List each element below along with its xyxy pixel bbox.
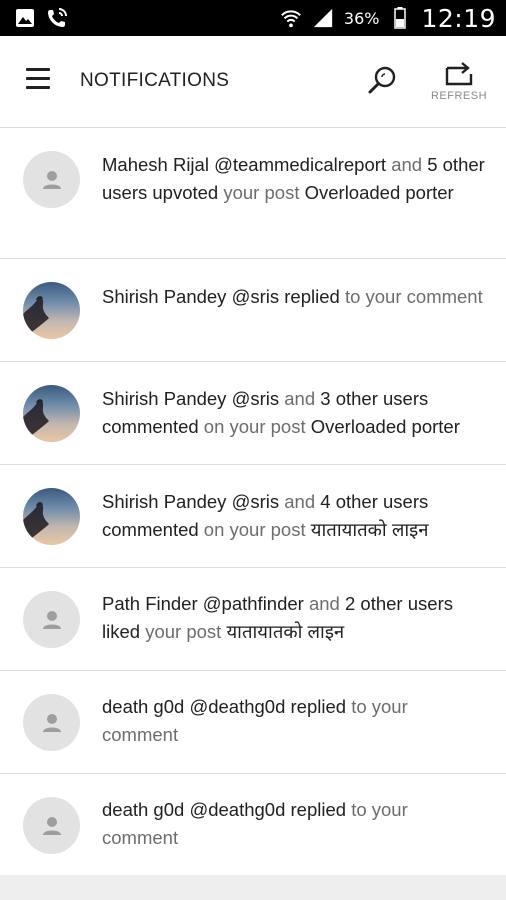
battery-icon (389, 7, 411, 29)
notification-text-strong: यातायातको लाइन (310, 519, 429, 540)
battery-percent: 36% (343, 8, 380, 28)
notification-text-muted: and (279, 388, 321, 409)
notification-text: Shirish Pandey @sris and 3 other users c… (102, 385, 488, 441)
notification-text-strong: Shirish Pandey @sris replied (102, 286, 340, 307)
notification-text-muted: to your comment (339, 286, 483, 307)
list-footer (0, 875, 506, 900)
notification-text-strong: death g0d @deathg0d replied (102, 696, 347, 717)
wifi-icon (280, 7, 302, 29)
notification-text-muted: your post (140, 621, 227, 642)
notification-text-strong: Mahesh Rijal @teammedicalreport (102, 154, 387, 175)
notification-text-muted: on your post (198, 519, 311, 540)
profile-photo (23, 399, 49, 442)
notification-item[interactable]: Shirish Pandey @sris and 4 other users c… (0, 465, 506, 568)
app-bar: NOTIFICATIONS REFRESH (0, 36, 506, 128)
avatar (23, 694, 80, 751)
notification-text-muted: your post (218, 182, 305, 203)
notification-text-muted: on your post (198, 416, 311, 437)
notification-text-strong: Overloaded porter (304, 182, 454, 203)
menu-button[interactable] (24, 68, 54, 94)
avatar (23, 282, 80, 339)
refresh-label: REFRESH (430, 90, 488, 102)
notification-item[interactable]: death g0d @deathg0d replied to your comm… (0, 671, 506, 774)
notification-item[interactable]: Shirish Pandey @sris replied to your com… (0, 259, 506, 362)
avatar (23, 488, 80, 545)
notification-text-strong: death g0d @deathg0d replied (102, 799, 347, 820)
notification-text-strong: Overloaded porter (310, 416, 460, 437)
notification-text-strong: यातायातको लाइन (226, 621, 345, 642)
wifi-calling-icon (46, 7, 68, 29)
person-placeholder-icon (42, 713, 61, 732)
person-placeholder-icon (42, 610, 61, 629)
profile-photo (23, 502, 49, 545)
notification-text-muted: and (386, 154, 428, 175)
avatar (23, 151, 80, 208)
refresh-icon (445, 62, 473, 86)
notification-item[interactable]: death g0d @deathg0d replied to your comm… (0, 774, 506, 877)
search-icon (368, 66, 396, 94)
notification-text-strong: Shirish Pandey @sris (102, 388, 280, 409)
status-bar-left (14, 7, 68, 29)
notification-text: death g0d @deathg0d replied to your comm… (102, 796, 488, 852)
page-title: NOTIFICATIONS (80, 70, 230, 91)
notification-item[interactable]: Path Finder @pathfinder and 2 other user… (0, 568, 506, 671)
notification-text: Mahesh Rijal @teammedicalreport and 5 ot… (102, 151, 488, 207)
clock: 12:19 (421, 3, 496, 33)
avatar (23, 797, 80, 854)
notification-item[interactable]: Shirish Pandey @sris and 3 other users c… (0, 362, 506, 465)
avatar (23, 385, 80, 442)
search-button[interactable] (366, 64, 400, 98)
notification-text-strong: Shirish Pandey @sris (102, 491, 280, 512)
notification-text-strong: Path Finder @pathfinder (102, 593, 304, 614)
status-bar: 36% 12:19 (0, 0, 506, 36)
notification-text: Shirish Pandey @sris and 4 other users c… (102, 488, 488, 544)
gallery-notification-icon (14, 7, 36, 29)
notification-text-muted: and (279, 491, 321, 512)
notification-text-muted: and (303, 593, 345, 614)
avatar (23, 591, 80, 648)
refresh-button[interactable]: REFRESH (424, 60, 494, 112)
person-placeholder-icon (42, 170, 61, 189)
profile-photo (23, 296, 49, 339)
menu-icon (26, 68, 50, 71)
person-placeholder-icon (42, 816, 61, 835)
notification-list: Mahesh Rijal @teammedicalreport and 5 ot… (0, 128, 506, 877)
notification-text: Path Finder @pathfinder and 2 other user… (102, 590, 488, 646)
notification-text: Shirish Pandey @sris replied to your com… (102, 283, 488, 311)
signal-icon (312, 7, 334, 29)
notification-item[interactable]: Mahesh Rijal @teammedicalreport and 5 ot… (0, 128, 506, 259)
notification-text: death g0d @deathg0d replied to your comm… (102, 693, 488, 749)
status-bar-right: 36% 12:19 (280, 4, 496, 33)
